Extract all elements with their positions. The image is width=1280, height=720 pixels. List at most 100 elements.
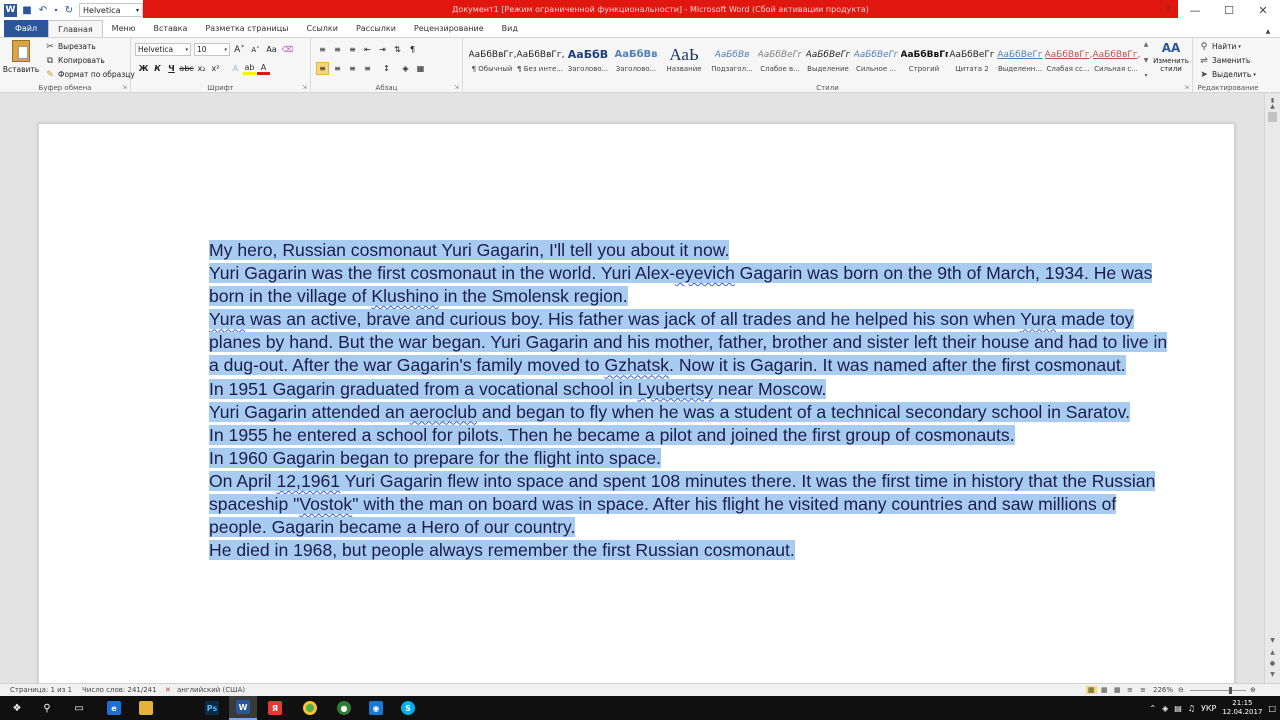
outline-icon[interactable]: ≡ bbox=[1127, 686, 1133, 694]
find-button[interactable]: ⚲ Найти ▾ bbox=[1198, 41, 1241, 52]
subscript-icon[interactable]: x₂ bbox=[195, 62, 208, 75]
tab-file[interactable]: Файл bbox=[4, 20, 49, 37]
chevron-down-icon[interactable]: ▼ bbox=[1144, 57, 1149, 64]
keyboard-language[interactable]: УКР bbox=[1201, 704, 1216, 713]
style-item[interactable]: АаБбВеГг Сильное ... bbox=[852, 41, 900, 79]
font-size-select[interactable]: 10 ▾ bbox=[194, 43, 230, 56]
change-styles-button[interactable]: A​A Изменить стили bbox=[1153, 41, 1189, 81]
sort-icon[interactable]: ⇅ bbox=[391, 43, 404, 56]
gallery-scroll[interactable]: ▲ ▼ ▾ bbox=[1141, 41, 1151, 79]
style-item[interactable]: АаБбВеГг Выделение bbox=[804, 41, 852, 79]
multilevel-list-icon[interactable]: ≡ bbox=[346, 43, 359, 56]
zoom-out-icon[interactable]: ⊖ bbox=[1178, 686, 1184, 694]
align-right-icon[interactable]: ≡ bbox=[346, 62, 359, 75]
explorer-app[interactable] bbox=[132, 696, 160, 720]
zoom-slider[interactable] bbox=[1190, 687, 1246, 694]
style-item[interactable]: АаБбВеГг Цитата 2 bbox=[948, 41, 996, 79]
selected-text[interactable]: On April 12,1961 Yuri Gagarin flew into … bbox=[209, 470, 1156, 538]
selected-text[interactable]: He died in 1968, but people always remem… bbox=[209, 540, 795, 561]
next-page-icon[interactable]: ▼ bbox=[1265, 668, 1280, 680]
style-item[interactable]: АаБбВеГг Выделенн... bbox=[996, 41, 1044, 79]
zoom-slider-handle[interactable] bbox=[1229, 687, 1232, 694]
dialog-launcher-icon[interactable]: ⇲ bbox=[1184, 84, 1189, 91]
style-item[interactable]: АаЬ Название bbox=[660, 41, 708, 79]
font-name-select[interactable]: Helvetica ▾ bbox=[135, 43, 191, 56]
document-paragraph[interactable]: My hero, Russian cosmonaut Yuri Gagarin,… bbox=[209, 239, 1169, 262]
underline-icon[interactable]: Ч bbox=[165, 62, 178, 75]
select-button[interactable]: ➤ Выделить ▾ bbox=[1198, 69, 1256, 80]
shading-icon[interactable]: ◈ bbox=[399, 62, 412, 75]
photoshop-app[interactable]: Ps bbox=[198, 696, 226, 720]
cut-button[interactable]: ✂ Вырезать bbox=[44, 41, 96, 52]
document-paragraph[interactable]: In 1960 Gagarin began to prepare for the… bbox=[209, 447, 1169, 470]
selected-text[interactable]: Yura was an active, brave and curious bo… bbox=[209, 309, 1168, 376]
edge-app[interactable]: e bbox=[100, 696, 128, 720]
scroll-thumb[interactable] bbox=[1268, 112, 1277, 122]
selected-text[interactable]: Yuri Gagarin was the first cosmonaut in … bbox=[209, 263, 1153, 307]
zoom-level[interactable]: 226% bbox=[1153, 686, 1173, 694]
tab-view[interactable]: Вид bbox=[493, 20, 527, 37]
yandex-app[interactable]: Я bbox=[261, 696, 289, 720]
text-effects-icon[interactable]: A bbox=[229, 62, 242, 75]
style-item[interactable]: АаБбВв Подзагол... bbox=[708, 41, 756, 79]
document-paragraph[interactable]: In 1955 he entered a school for pilots. … bbox=[209, 424, 1169, 447]
zoom-in-icon[interactable]: ⊕ bbox=[1250, 686, 1256, 694]
chevron-up-icon[interactable]: ⌃ bbox=[1149, 704, 1156, 713]
web-layout-icon[interactable]: ▦ bbox=[1114, 686, 1121, 694]
selected-text[interactable]: Yuri Gagarin attended an aeroclub and be… bbox=[209, 401, 1131, 422]
decrease-indent-icon[interactable]: ⇤ bbox=[361, 43, 374, 56]
word-app[interactable]: W bbox=[229, 696, 257, 720]
draft-icon[interactable]: ≡ bbox=[1140, 686, 1146, 694]
justify-icon[interactable]: ≡ bbox=[361, 62, 374, 75]
qat-font-select[interactable]: Helvetica ▾ bbox=[79, 3, 143, 17]
tab-mailings[interactable]: Рассылки bbox=[347, 20, 405, 37]
windows-start-icon[interactable]: ❖ bbox=[8, 700, 26, 716]
clock[interactable]: 21:15 12.04.2017 bbox=[1222, 699, 1262, 717]
replace-button[interactable]: ⇌ Заменить bbox=[1198, 55, 1250, 66]
page-counter[interactable]: Страница: 1 из 1 bbox=[10, 686, 72, 694]
document-paragraph[interactable]: Yuri Gagarin attended an aeroclub and be… bbox=[209, 401, 1169, 424]
proofing-icon[interactable]: ✕ bbox=[165, 686, 171, 694]
network-icon[interactable]: ▤ bbox=[1174, 704, 1182, 713]
selected-text[interactable]: My hero, Russian cosmonaut Yuri Gagarin,… bbox=[209, 240, 730, 260]
help-icon[interactable]: ? bbox=[1158, 0, 1178, 20]
align-left-icon[interactable]: ≡ bbox=[316, 62, 329, 75]
notifications-icon[interactable]: □ bbox=[1268, 704, 1276, 713]
app-blue[interactable]: ◉ bbox=[362, 696, 390, 720]
clear-formatting-icon[interactable]: ⌫ bbox=[281, 43, 294, 56]
scroll-down-icon[interactable]: ▼ bbox=[1265, 634, 1280, 646]
selected-text[interactable]: In 1955 he entered a school for pilots. … bbox=[209, 424, 1015, 445]
document-paragraph[interactable]: On April 12,1961 Yuri Gagarin flew into … bbox=[209, 470, 1169, 539]
tab-home[interactable]: Главная bbox=[48, 20, 103, 37]
tab-menu[interactable]: Меню bbox=[103, 20, 145, 37]
close-button[interactable]: ✕ bbox=[1246, 0, 1280, 20]
dialog-launcher-icon[interactable]: ⇲ bbox=[122, 84, 127, 91]
grow-font-icon[interactable]: A˃ bbox=[233, 43, 246, 56]
selected-text[interactable]: In 1951 Gagarin graduated from a vocatio… bbox=[209, 378, 827, 399]
word-logo-icon[interactable]: W bbox=[4, 3, 17, 17]
italic-icon[interactable]: К bbox=[151, 62, 164, 75]
bullets-icon[interactable]: ≡ bbox=[316, 43, 329, 56]
format-painter-button[interactable]: ✎ Формат по образцу bbox=[44, 69, 135, 80]
dropdown-arrow-icon[interactable]: ▾ bbox=[53, 4, 59, 16]
style-item[interactable]: АаБбВвГг, Слабая сс... bbox=[1044, 41, 1092, 79]
superscript-icon[interactable]: x² bbox=[209, 62, 222, 75]
volume-icon[interactable]: ♫ bbox=[1188, 704, 1195, 713]
style-item[interactable]: АаБбВеГг Слабое в... bbox=[756, 41, 804, 79]
style-item[interactable]: АаБбВ Заголово... bbox=[564, 41, 612, 79]
minimize-button[interactable]: — bbox=[1178, 0, 1212, 20]
numbering-icon[interactable]: ≡ bbox=[331, 43, 344, 56]
line-spacing-icon[interactable]: ↕ bbox=[380, 62, 393, 75]
word-counter[interactable]: Число слов: 241/241 bbox=[82, 686, 157, 694]
save-icon[interactable]: ■ bbox=[21, 4, 33, 16]
language-indicator[interactable]: английский (США) bbox=[177, 686, 245, 694]
tab-insert[interactable]: Вставка bbox=[144, 20, 196, 37]
style-item[interactable]: АаБбВвГг, ¶ Обычный bbox=[468, 41, 516, 79]
change-case-icon[interactable]: Aa bbox=[265, 43, 278, 56]
more-icon[interactable]: ▾ bbox=[1144, 72, 1147, 79]
style-item[interactable]: АаБбВвГг, Строгий bbox=[900, 41, 948, 79]
tab-references[interactable]: Ссылки bbox=[297, 20, 346, 37]
tab-review[interactable]: Рецензирование bbox=[405, 20, 493, 37]
selected-text[interactable]: In 1960 Gagarin began to prepare for the… bbox=[209, 447, 661, 468]
skype-app[interactable]: S bbox=[394, 696, 422, 720]
